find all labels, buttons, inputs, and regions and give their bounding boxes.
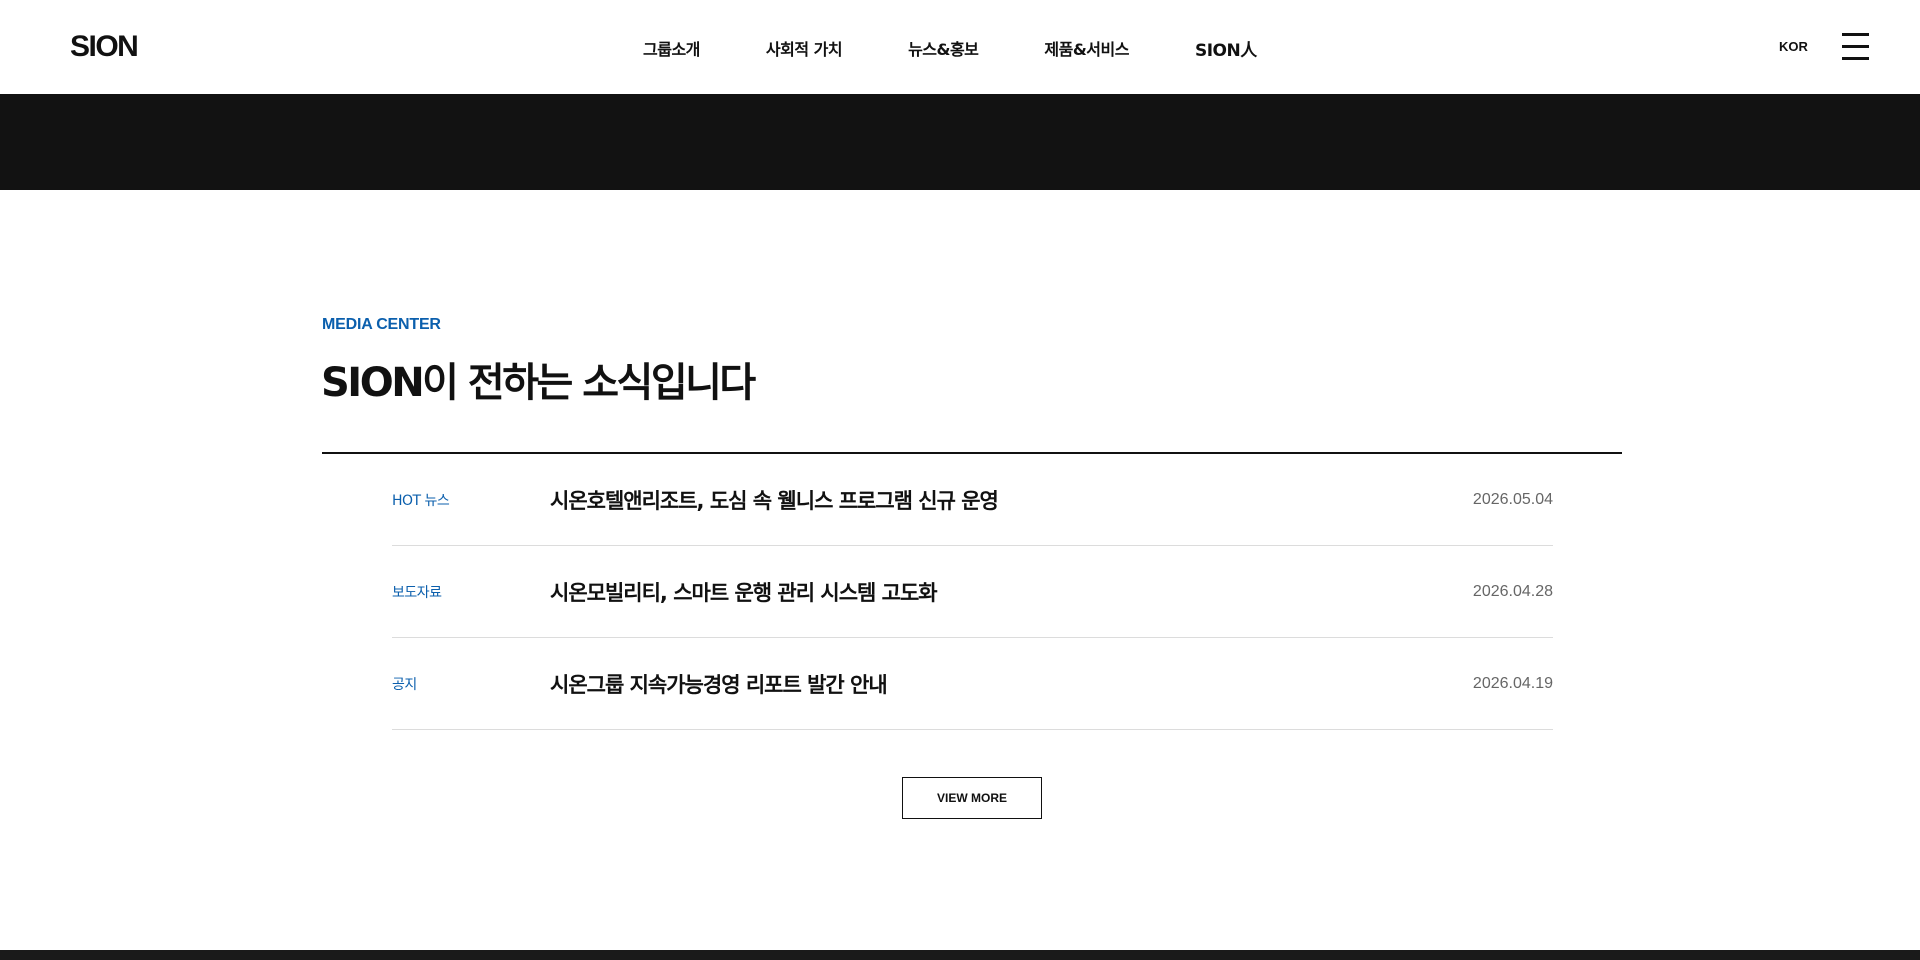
section-title: SION이 전하는 소식입니다: [321, 360, 756, 406]
news-category: 공지: [392, 677, 417, 693]
footer-edge: [0, 950, 1920, 960]
news-title-link[interactable]: 시온그룹 지속가능경영 리포트 발간 안내: [550, 669, 888, 699]
menu-bar-line: [1842, 57, 1869, 60]
nav-item-products-services[interactable]: 제품&서비스: [1044, 36, 1129, 61]
news-list-item[interactable]: 공지 시온그룹 지속가능경영 리포트 발간 안내 2026.04.19: [392, 638, 1553, 730]
site-header: SION 그룹소개 사회적 가치 뉴스&홍보 제품&서비스 SION人 KOR: [0, 0, 1920, 94]
news-list: HOT 뉴스 시온호텔앤리조트, 도심 속 웰니스 프로그램 신규 운영 202…: [392, 454, 1553, 730]
nav-item-sion-people[interactable]: SION人: [1195, 36, 1257, 61]
language-selector[interactable]: KOR: [1779, 39, 1808, 54]
menu-bar-line: [1842, 33, 1869, 36]
section-eyebrow: MEDIA CENTER: [322, 316, 441, 333]
view-more-button[interactable]: VIEW MORE: [902, 777, 1042, 819]
menu-bar-line: [1842, 45, 1869, 48]
hamburger-menu-icon[interactable]: [1842, 33, 1869, 60]
news-list-item[interactable]: HOT 뉴스 시온호텔앤리조트, 도심 속 웰니스 프로그램 신규 운영 202…: [392, 454, 1553, 546]
news-date: 2026.04.28: [1472, 583, 1553, 600]
dark-banner: [0, 94, 1920, 190]
main-navigation: 그룹소개 사회적 가치 뉴스&홍보 제품&서비스 SION人: [643, 36, 1257, 61]
nav-item-group-intro[interactable]: 그룹소개: [643, 36, 700, 61]
news-title-link[interactable]: 시온호텔앤리조트, 도심 속 웰니스 프로그램 신규 운영: [550, 485, 999, 515]
news-title-link[interactable]: 시온모빌리티, 스마트 운행 관리 시스템 고도화: [550, 577, 938, 607]
news-date: 2026.05.04: [1472, 491, 1553, 508]
news-list-item[interactable]: 보도자료 시온모빌리티, 스마트 운행 관리 시스템 고도화 2026.04.2…: [392, 546, 1553, 638]
site-logo[interactable]: SION: [70, 30, 139, 64]
news-category: HOT 뉴스: [392, 493, 450, 509]
nav-item-social-value[interactable]: 사회적 가치: [766, 36, 843, 61]
news-category: 보도자료: [392, 585, 442, 601]
nav-item-news-pr[interactable]: 뉴스&홍보: [908, 36, 979, 61]
news-date: 2026.04.19: [1472, 675, 1553, 692]
